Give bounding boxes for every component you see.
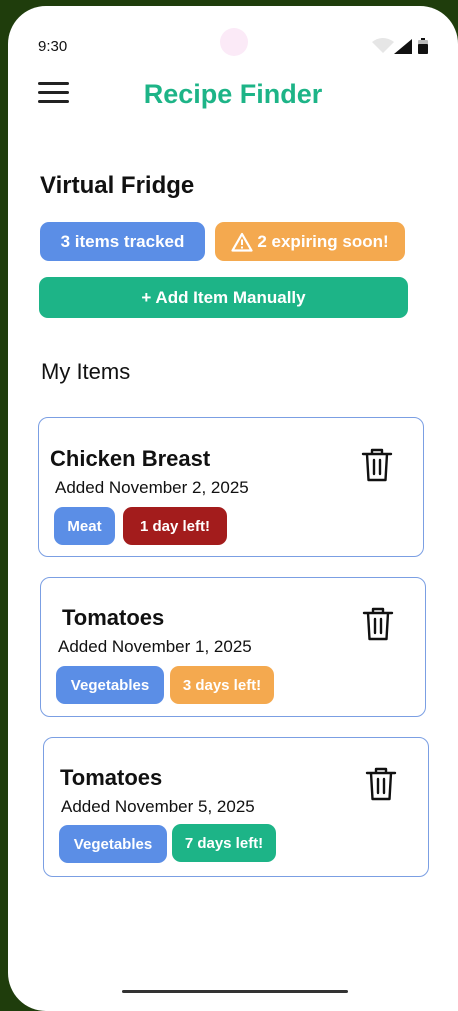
item-name: Tomatoes <box>60 765 163 790</box>
expiry-label: 3 days left! <box>182 676 262 694</box>
items-tracked-label: 3 items tracked <box>60 231 185 251</box>
category-label: Meat <box>67 517 102 535</box>
category-label: Vegetables <box>73 835 153 853</box>
expiring-soon-badge: 2 expiring soon! <box>215 222 405 261</box>
category-tag: Meat <box>54 507 115 545</box>
status-icons <box>372 38 432 54</box>
status-time: 9:30 <box>38 38 68 55</box>
expiry-tag: 3 days left! <box>170 666 274 704</box>
item-name: Tomatoes <box>62 605 165 630</box>
item-added-date: Added November 5, 2025 <box>61 797 255 816</box>
item-card[interactable]: Chicken Breast Added November 2, 2025 Me… <box>38 417 424 557</box>
expiry-tag: 7 days left! <box>172 824 276 862</box>
wifi-icon <box>372 38 394 53</box>
item-card[interactable]: Tomatoes Added November 5, 2025 Vegetabl… <box>43 737 429 877</box>
battery-icon <box>418 38 428 54</box>
add-item-manually-button[interactable]: + Add Item Manually <box>39 277 408 318</box>
items-tracked-badge: 3 items tracked <box>40 222 205 261</box>
trash-icon[interactable] <box>361 447 393 483</box>
virtual-fridge-title: Virtual Fridge <box>40 172 195 199</box>
trash-icon[interactable] <box>365 766 397 802</box>
front-camera <box>220 28 248 56</box>
signal-icon <box>394 39 412 54</box>
expiry-tag: 1 day left! <box>123 507 227 545</box>
item-name: Chicken Breast <box>50 446 211 471</box>
add-item-manually-label: + Add Item Manually <box>141 287 306 307</box>
expiry-label: 7 days left! <box>184 834 264 852</box>
expiring-soon-label: 2 expiring soon! <box>257 231 389 251</box>
item-added-date: Added November 2, 2025 <box>55 478 249 497</box>
category-tag: Vegetables <box>56 666 164 704</box>
status-bar: 9:30 <box>8 6 458 66</box>
home-indicator[interactable] <box>122 990 348 993</box>
app-title: Recipe Finder <box>143 79 323 109</box>
expiry-label: 1 day left! <box>139 517 211 535</box>
category-label: Vegetables <box>70 676 150 694</box>
item-card[interactable]: Tomatoes Added November 1, 2025 Vegetabl… <box>40 577 426 717</box>
category-tag: Vegetables <box>59 825 167 863</box>
trash-icon[interactable] <box>362 606 394 642</box>
warning-icon <box>231 232 253 252</box>
my-items-title: My Items <box>41 359 131 384</box>
item-added-date: Added November 1, 2025 <box>58 637 252 656</box>
phone-screen: 9:30 Recipe Finder Virtual Fridge 3 item… <box>8 6 458 1011</box>
